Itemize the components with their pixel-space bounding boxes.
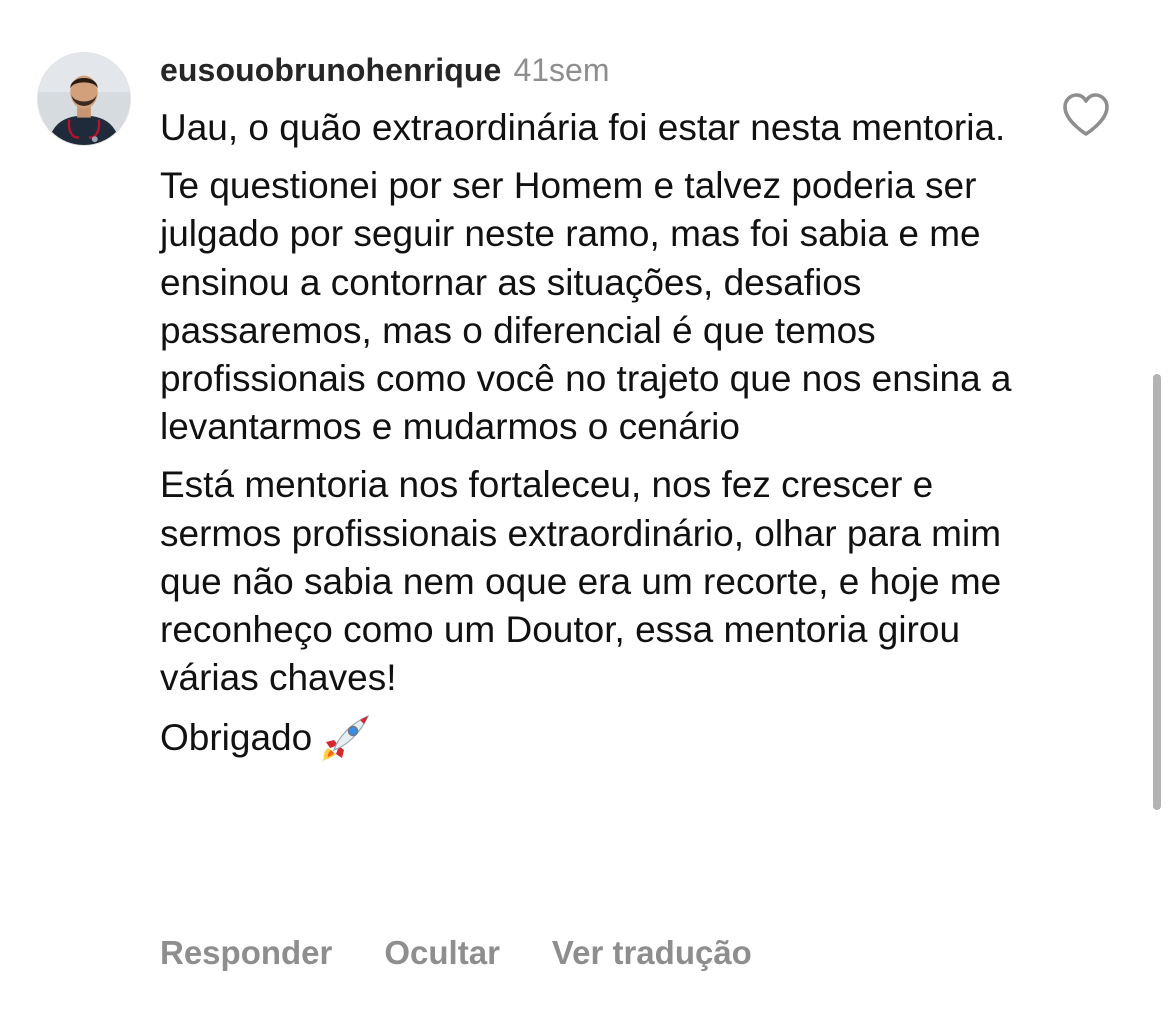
comment-actions: Responder Ocultar Ver tradução	[160, 930, 804, 976]
username-link[interactable]: eusouobrunohenrique	[160, 52, 501, 89]
comment-paragraph: Te questionei por ser Homem e talvez pod…	[160, 165, 1012, 448]
comment-header: eusouobrunohenrique 41sem	[160, 48, 610, 92]
comment-paragraph: Uau, o quão extraordinária foi estar nes…	[160, 107, 1006, 148]
like-button[interactable]	[1061, 92, 1111, 138]
timestamp[interactable]: 41sem	[513, 52, 609, 89]
avatar-image	[38, 53, 130, 145]
heart-outline-icon	[1063, 93, 1109, 136]
hide-button[interactable]: Ocultar	[384, 934, 500, 972]
scrollbar[interactable]	[1153, 374, 1161, 810]
comment-paragraph: Está mentoria nos fortaleceu, nos fez cr…	[160, 464, 1002, 699]
comment-paragraph: Obrigado	[160, 717, 313, 759]
comment-last-line: Obrigado	[160, 712, 1030, 764]
rocket-icon	[320, 712, 372, 764]
avatar[interactable]	[37, 52, 131, 146]
reply-button[interactable]: Responder	[160, 934, 332, 972]
see-translation-button[interactable]: Ver tradução	[552, 934, 752, 972]
comment-body: Uau, o quão extraordinária foi estar nes…	[160, 104, 1030, 774]
